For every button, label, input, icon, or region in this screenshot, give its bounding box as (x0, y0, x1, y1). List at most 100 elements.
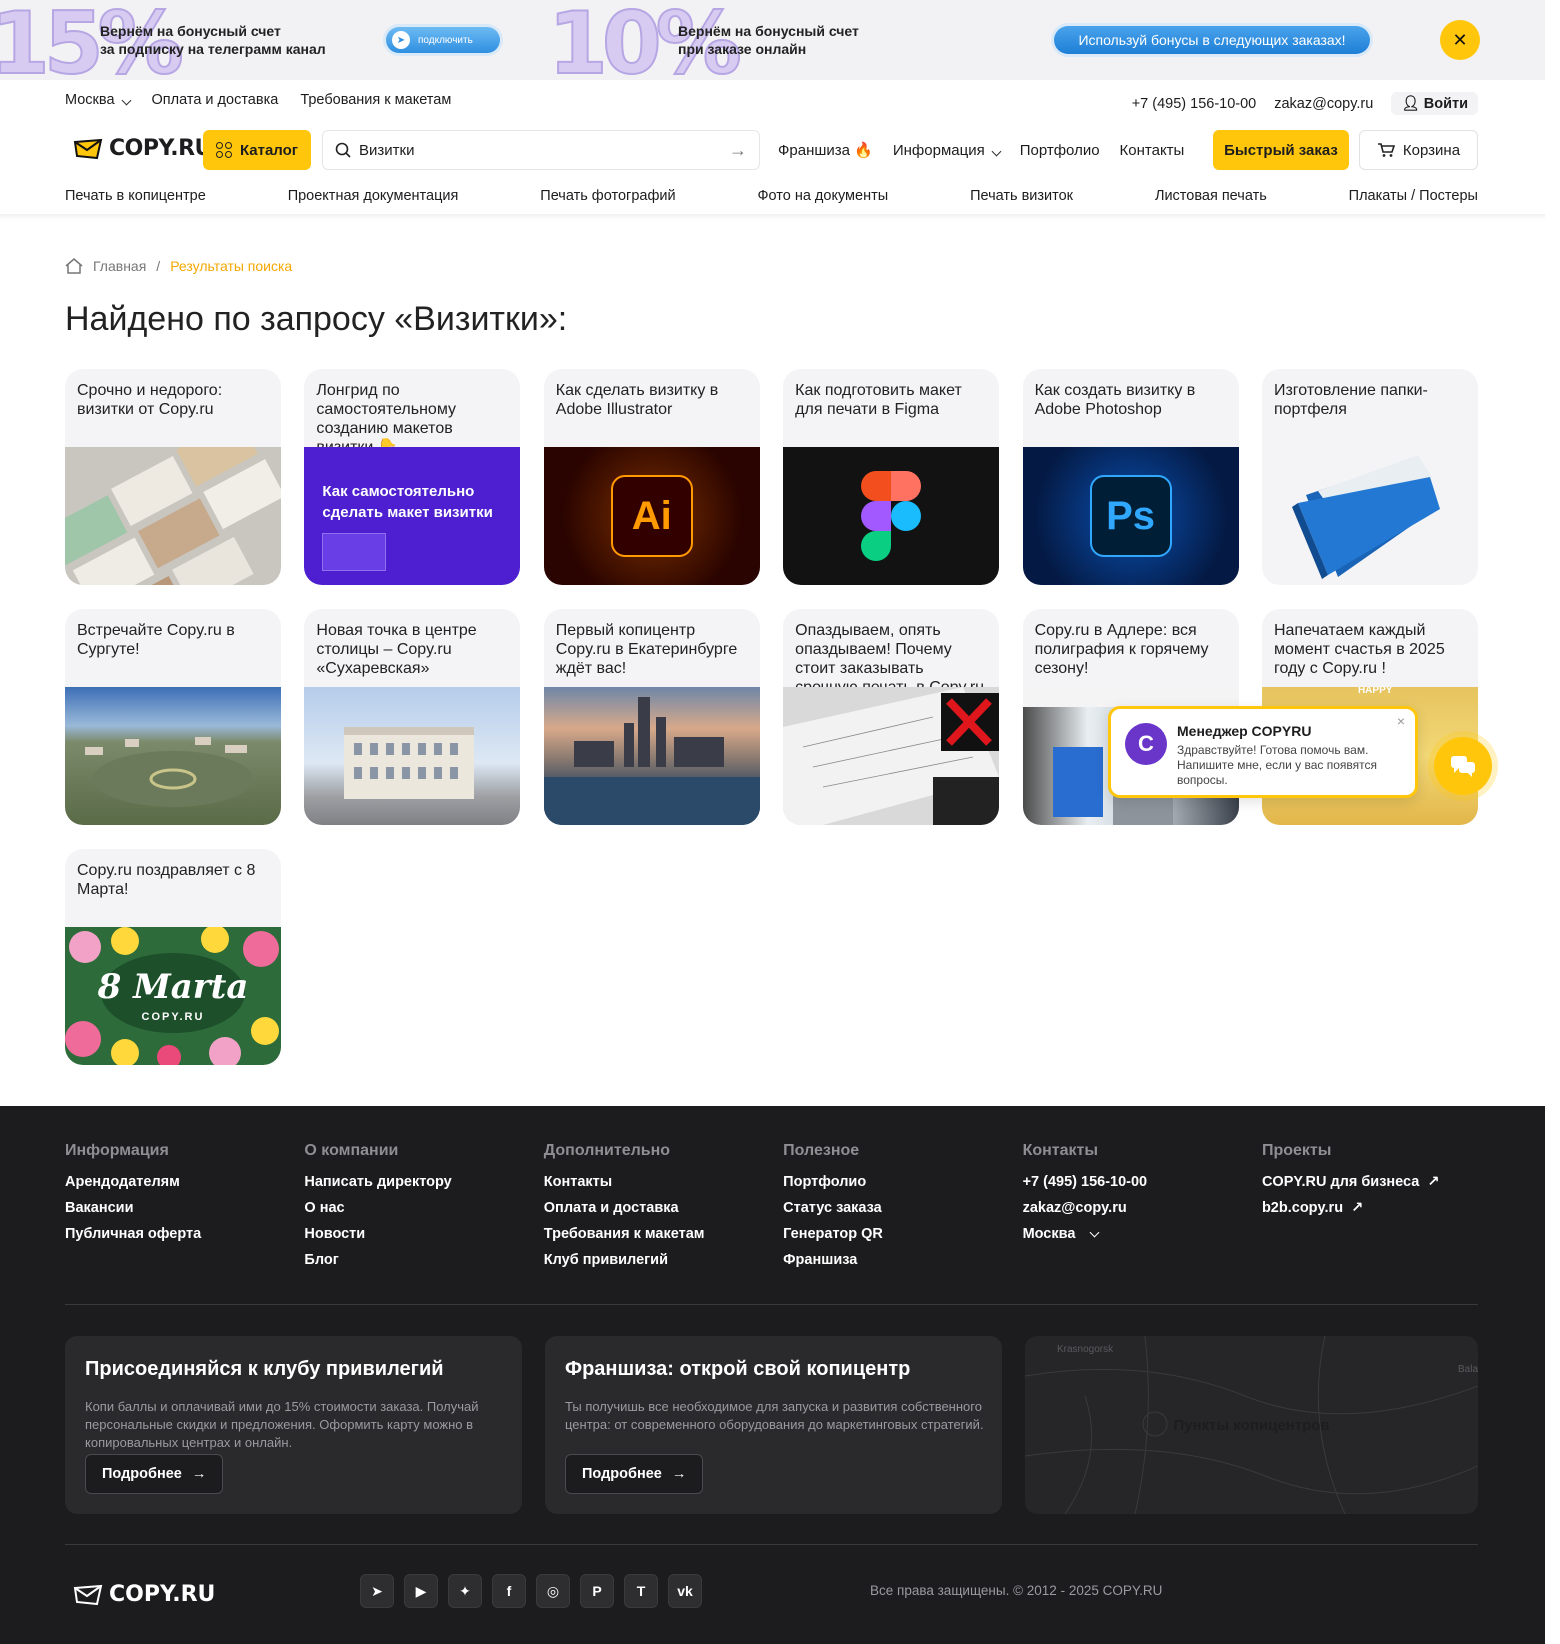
result-card[interactable]: Copy.ru поздравляет с 8 Марта! 8 Marta C… (65, 849, 281, 1065)
footer-column-company: О компании Написать директору О нас Ново… (304, 1142, 520, 1278)
footer-link[interactable]: Требования к макетам (544, 1226, 760, 1242)
footer-phone-link[interactable]: +7 (495) 156-10-00 (1023, 1174, 1239, 1190)
result-card[interactable]: Изготовление папки-портфеля (1261, 369, 1478, 585)
footer-external-link[interactable]: COPY.RU для бизнеса ↗ (1262, 1174, 1478, 1190)
phone-link[interactable]: +7 (495) 156-10-00 (1132, 96, 1257, 112)
result-card[interactable]: Первый копицентр Copy.ru в Екатеринбурге… (543, 609, 760, 825)
footer-link[interactable]: Статус заказа (783, 1200, 999, 1216)
result-card[interactable]: Встречайте Copy.ru в Сургуте! (65, 609, 281, 825)
quick-order-button[interactable]: Быстрый заказ (1213, 130, 1349, 170)
header-nav: Франшиза 🔥 Информация Портфолио Контакты (778, 130, 1184, 170)
promo-text-line: при заказе онлайн (678, 41, 807, 57)
card-title: Как подготовить макет для печати в Figma (795, 382, 962, 418)
arrow-right-icon[interactable]: → (729, 140, 747, 161)
club-promo-box: Присоединяйся к клубу привилегий Копи ба… (65, 1336, 522, 1514)
footer-link[interactable]: О нас (304, 1200, 520, 1216)
category-link[interactable]: Проектная документация (288, 188, 459, 204)
footer-link[interactable]: Портфолио (783, 1174, 999, 1190)
footer-divider (65, 1544, 1478, 1545)
card-title: Как создать визитку в Adobe Photoshop (1034, 382, 1196, 418)
category-link[interactable]: Печать в копицентре (65, 188, 206, 204)
franchise-title: Франшиза: открой свой копицентр (565, 1358, 911, 1380)
copyright: Все права защищены. © 2012 - 2025 COPY.R… (870, 1583, 1163, 1598)
footer-external-link[interactable]: b2b.copy.ru ↗ (1262, 1200, 1478, 1216)
card-image-caption: Как самостоятельно сделать макет визитки (322, 483, 493, 521)
category-link[interactable]: Печать фотографий (540, 188, 675, 204)
email-link[interactable]: zakaz@copy.ru (1274, 96, 1373, 112)
instagram-icon[interactable]: ◎ (536, 1574, 570, 1608)
social-links: ➤ ▶ ✦ f ◎ P T vk (360, 1574, 702, 1608)
card-title: Опаздываем, опять опаздываем! Почему сто… (795, 622, 984, 696)
top-link-requirements[interactable]: Требования к макетам (300, 92, 451, 108)
dzen-icon[interactable]: ✦ (448, 1574, 482, 1608)
nav-information[interactable]: Информация (893, 142, 1002, 159)
nav-contacts[interactable]: Контакты (1120, 142, 1185, 159)
card-image-plotter (783, 687, 1000, 825)
card-image-caption: COPY.RU (141, 1011, 205, 1023)
site-development-link[interactable]: Разработка сайта ↗ (1332, 1582, 1478, 1598)
footer-email-link[interactable]: zakaz@copy.ru (1023, 1200, 1239, 1216)
facebook-icon[interactable]: f (492, 1574, 526, 1608)
card-image-illustrator: Ai (543, 447, 760, 585)
result-card[interactable]: Как сделать визитку в Adobe Illustrator … (543, 369, 760, 585)
footer-link[interactable]: Клуб привилегий (544, 1252, 760, 1268)
category-link[interactable]: Листовая печать (1155, 188, 1267, 204)
footer-link[interactable]: Оплата и доставка (544, 1200, 760, 1216)
tenchat-icon[interactable]: T (624, 1574, 658, 1608)
card-title: Лонгрид по самостоятельному созданию мак… (316, 382, 456, 456)
category-link[interactable]: Печать визиток (970, 188, 1073, 204)
copycenters-map[interactable]: Krasnogorsk Balashikha Пункты копицентро… (1025, 1336, 1478, 1514)
card-title: Новая точка в центре столицы – Copy.ru «… (316, 622, 477, 677)
result-card[interactable]: Лонгрид по самостоятельному созданию мак… (304, 369, 521, 585)
youtube-icon[interactable]: ▶ (404, 1574, 438, 1608)
footer-link[interactable]: Вакансии (65, 1200, 281, 1216)
cart-button[interactable]: Корзина (1359, 130, 1478, 170)
footer-link[interactable]: Блог (304, 1252, 520, 1268)
breadcrumb-home[interactable]: Главная (93, 258, 146, 274)
result-card[interactable]: Срочно и недорого: визитки от Copy.ru (65, 369, 281, 585)
pinterest-icon[interactable]: P (580, 1574, 614, 1608)
top-link-payment[interactable]: Оплата и доставка (152, 92, 279, 108)
result-card[interactable]: Новая точка в центре столицы – Copy.ru «… (304, 609, 521, 825)
card-title: Как сделать визитку в Adobe Illustrator (555, 382, 719, 418)
chat-popup[interactable]: C Менеджер COPYRU Здравствуйте! Готова п… (1108, 706, 1418, 798)
telegram-subscribe-button[interactable]: ➤ подключить (386, 27, 500, 53)
club-more-button[interactable]: Подробнее → (85, 1454, 224, 1494)
footer-link[interactable]: Генератор QR (783, 1226, 999, 1242)
nav-franchise[interactable]: Франшиза 🔥 (778, 141, 873, 159)
result-card[interactable]: Как подготовить макет для печати в Figma (783, 369, 1000, 585)
site-logo[interactable]: COPY.RU (73, 136, 212, 161)
card-image-8-march: 8 Marta COPY.RU (65, 927, 281, 1065)
footer-link[interactable]: Написать директору (304, 1174, 520, 1190)
footer-link[interactable]: Контакты (544, 1174, 760, 1190)
map-label: Пункты копицентров (1173, 1416, 1330, 1434)
card-title: Copy.ru в Адлере: вся полиграфия к горяч… (1034, 622, 1209, 677)
footer-column-useful: Полезное Портфолио Статус заказа Генерат… (783, 1142, 999, 1278)
telegram-icon[interactable]: ➤ (360, 1574, 394, 1608)
category-link[interactable]: Фото на документы (757, 188, 888, 204)
city-selector[interactable]: Москва (65, 92, 131, 108)
vk-icon[interactable]: vk (668, 1574, 702, 1608)
login-button[interactable]: 👤︎ Войти (1391, 92, 1478, 115)
franchise-more-button[interactable]: Подробнее → (565, 1454, 704, 1494)
cart-icon (1377, 143, 1395, 157)
footer-column-title: О компании (304, 1142, 399, 1159)
footer-logo[interactable]: COPY.RU (73, 1582, 215, 1607)
close-icon[interactable]: ✕ (1440, 20, 1480, 60)
footer-link[interactable]: Арендодателям (65, 1174, 281, 1190)
chat-open-button[interactable] (1434, 737, 1492, 795)
search-input[interactable]: Визитки → (322, 130, 760, 170)
footer-link[interactable]: Новости (304, 1226, 520, 1242)
promo-banner: 15% Вернём на бонусный счет за подписку … (0, 0, 1545, 80)
card-image-longread: Как самостоятельно сделать макет визитки (304, 447, 521, 585)
category-link[interactable]: Плакаты / Постеры (1349, 188, 1478, 204)
footer-link[interactable]: Публичная оферта (65, 1226, 281, 1242)
use-bonuses-button[interactable]: Используй бонусы в следующих заказах! (1054, 26, 1370, 54)
result-card[interactable]: Как создать визитку в Adobe Photoshop Ps (1022, 369, 1239, 585)
result-card[interactable]: Опаздываем, опять опаздываем! Почему сто… (783, 609, 1000, 825)
close-icon[interactable]: × (1397, 713, 1405, 729)
nav-portfolio[interactable]: Портфолио (1020, 142, 1100, 159)
footer-city-selector[interactable]: Москва (1023, 1226, 1239, 1242)
catalog-button[interactable]: Каталог (203, 130, 311, 170)
footer-link[interactable]: Франшиза (783, 1252, 999, 1268)
